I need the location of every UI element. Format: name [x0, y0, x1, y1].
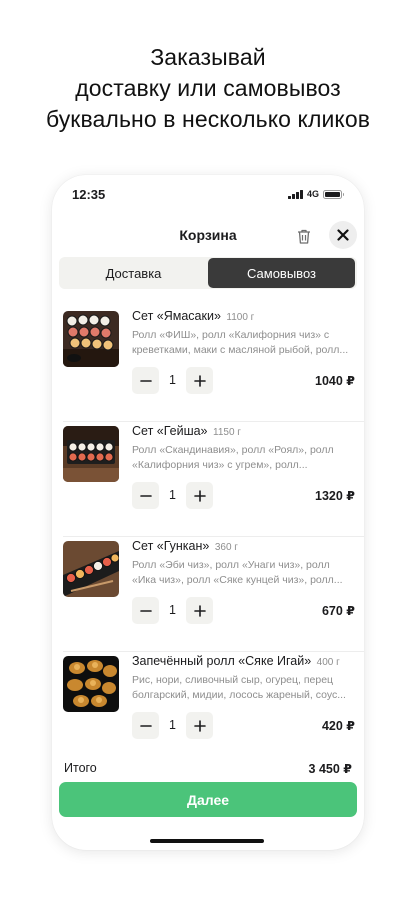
item-description: Ролл «Эби чиз», ролл «Унаги чиз», ролл «…	[132, 559, 343, 586]
headline-line-3: буквально в несколько кликов	[45, 106, 371, 132]
increase-quantity-button[interactable]	[186, 597, 213, 624]
increase-quantity-button[interactable]	[186, 367, 213, 394]
status-icons: 4G	[288, 189, 344, 199]
item-description: Рис, нори, сливочный сыр, огурец, перец …	[132, 674, 346, 701]
minus-icon	[139, 724, 152, 727]
close-button[interactable]	[329, 221, 357, 249]
product-image	[63, 311, 119, 367]
item-name: Сет «Ямасаки» 1100 г	[132, 309, 254, 323]
page-title: Корзина	[179, 227, 237, 243]
item-title: Сет «Гейша»	[132, 424, 208, 438]
tab-pickup[interactable]: Самовывоз	[208, 258, 355, 288]
minus-icon	[139, 494, 152, 497]
cart-item: Запечённый ролл «Сяке Игай» 400 г Рис, н…	[63, 653, 359, 767]
cart-header: Корзина	[52, 221, 364, 251]
decrease-quantity-button[interactable]	[132, 367, 159, 394]
item-name: Запечённый ролл «Сяке Игай» 400 г	[132, 654, 340, 668]
increase-quantity-button[interactable]	[186, 712, 213, 739]
divider	[63, 536, 364, 537]
item-weight: 400 г	[316, 657, 340, 668]
network-type: 4G	[306, 189, 319, 199]
decrease-quantity-button[interactable]	[132, 597, 159, 624]
item-price: 1040 ₽	[315, 374, 355, 388]
product-image	[63, 656, 119, 712]
item-name: Сет «Гункан» 360 г	[132, 539, 238, 553]
status-bar: 12:35 4G	[52, 175, 364, 215]
plus-icon	[193, 489, 206, 502]
item-weight: 1150 г	[213, 427, 241, 438]
promo-headline: Заказывай доставку или самовывоз букваль…	[0, 42, 416, 135]
divider	[63, 421, 364, 422]
plus-icon	[193, 374, 206, 387]
phone-frame: 12:35 4G Корзина Доставка Самовывоз Сет …	[52, 175, 364, 850]
item-quantity: 1	[169, 718, 176, 732]
divider	[63, 651, 364, 652]
trash-icon	[298, 229, 310, 244]
plus-icon	[193, 719, 206, 732]
close-icon	[337, 229, 349, 241]
item-description: Ролл «Скандинавия», ролл «Роял», ролл «К…	[132, 444, 334, 471]
product-image	[63, 426, 119, 482]
increase-quantity-button[interactable]	[186, 482, 213, 509]
delivery-mode-toggle: Доставка Самовывоз	[59, 257, 357, 289]
status-time: 12:35	[72, 187, 106, 202]
item-title: Сет «Ямасаки»	[132, 309, 221, 323]
item-weight: 360 г	[214, 542, 238, 553]
total-value: 3 450 ₽	[308, 762, 352, 776]
plus-icon	[193, 604, 206, 617]
tab-delivery[interactable]: Доставка	[59, 257, 208, 289]
product-image	[63, 541, 119, 597]
next-button[interactable]: Далее	[59, 782, 357, 817]
headline-line-1: Заказывай	[150, 44, 266, 70]
item-title: Запечённый ролл «Сяке Игай»	[132, 654, 312, 668]
item-quantity: 1	[169, 488, 176, 502]
decrease-quantity-button[interactable]	[132, 712, 159, 739]
clear-cart-button[interactable]	[292, 224, 316, 248]
item-weight: 1100 г	[226, 312, 255, 323]
item-price: 420 ₽	[321, 719, 355, 733]
minus-icon	[139, 379, 152, 382]
total-label: Итого	[64, 761, 97, 775]
cart-item: Сет «Ямасаки» 1100 г Ролл «ФИШ», ролл «К…	[63, 308, 364, 422]
decrease-quantity-button[interactable]	[132, 482, 159, 509]
item-title: Сет «Гункан»	[132, 539, 210, 553]
minus-icon	[139, 609, 152, 612]
item-price: 1320 ₽	[315, 489, 355, 503]
home-indicator	[150, 839, 264, 843]
item-quantity: 1	[169, 373, 176, 387]
battery-icon	[323, 189, 344, 199]
item-description: Ролл «ФИШ», ролл «Калифорния чиз» с крев…	[132, 329, 349, 356]
signal-icon	[288, 189, 303, 199]
cart-item: Сет «Гункан» 360 г Ролл «Эби чиз», ролл …	[63, 538, 364, 652]
headline-line-2: доставку или самовывоз	[75, 75, 341, 101]
cart-total: Итого 3 450 ₽	[64, 761, 352, 777]
item-name: Сет «Гейша» 1150 г	[132, 424, 241, 438]
item-quantity: 1	[169, 603, 176, 617]
item-price: 670 ₽	[321, 604, 355, 618]
cart-item: Сет «Гейша» 1150 г Ролл «Скандинавия», р…	[63, 423, 364, 537]
